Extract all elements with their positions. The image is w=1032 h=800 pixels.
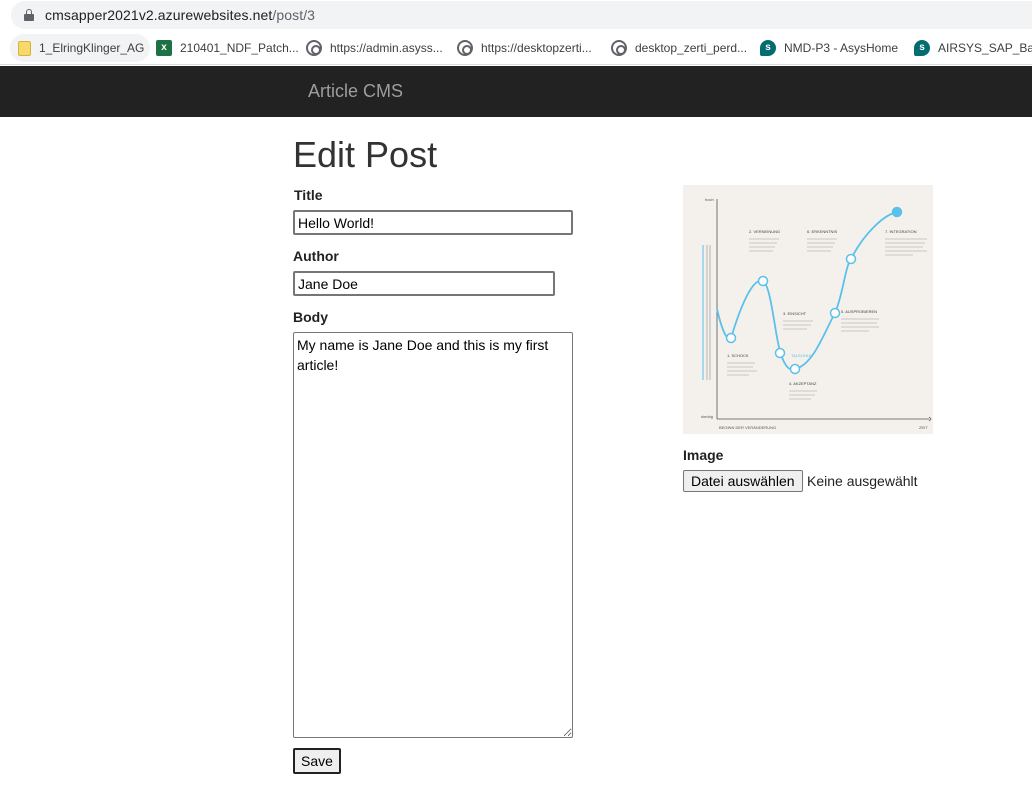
site-icon xyxy=(457,40,473,56)
lock-icon[interactable] xyxy=(24,9,34,21)
bookmark-item[interactable]: https://desktopzerti... xyxy=(449,34,598,62)
body-textarea[interactable]: My name is Jane Doe and this is my first… xyxy=(293,332,573,738)
excel-icon: x xyxy=(156,40,172,56)
site-icon xyxy=(611,40,627,56)
stage-5-label: 5. AUSPROBIEREN xyxy=(841,309,877,314)
save-button[interactable]: Save xyxy=(293,748,341,774)
sharepoint-icon: s xyxy=(914,40,930,56)
axis-bottom-label: niedrig xyxy=(701,414,713,419)
url-text[interactable]: cmsapper2021v2.azurewebsites.net/post/3 xyxy=(45,7,315,23)
bookmark-label: https://admin.asyss... xyxy=(330,41,443,55)
bookmarks-bar: 1_ElringKlinger_AG x 210401_NDF_Patch...… xyxy=(0,31,1032,65)
folder-icon xyxy=(18,40,31,56)
bookmark-label: AIRSYS_SAP_Basis xyxy=(938,41,1032,55)
page-title: Edit Post xyxy=(293,134,438,175)
author-label: Author xyxy=(293,248,339,264)
body-label: Body xyxy=(293,309,328,325)
stage-3-label: 3. EINSICHT xyxy=(783,311,807,316)
bookmark-item[interactable]: x 210401_NDF_Patch... xyxy=(148,34,305,62)
bookmark-item[interactable]: s AIRSYS_SAP_Basis xyxy=(906,34,1032,62)
bookmark-label: NMD-P3 - AsysHome xyxy=(784,41,899,55)
stage-1-label: 1. SCHOCK xyxy=(727,353,749,358)
image-label: Image xyxy=(683,447,724,463)
bookmark-label: 1_ElringKlinger_AG xyxy=(39,41,145,55)
navbar-brand-link[interactable]: Article CMS xyxy=(308,81,403,102)
bookmark-item[interactable]: https://admin.asyss... xyxy=(298,34,449,62)
bookmark-label: https://desktopzerti... xyxy=(481,41,592,55)
axis-x-start-label: BEGINN DER VERÄNDERUNG xyxy=(719,425,776,430)
url-host: cmsapper2021v2.azurewebsites.net xyxy=(45,7,273,23)
axis-top-label: hoch xyxy=(705,197,714,202)
title-input[interactable] xyxy=(293,210,573,235)
stage-6-label: 6. ERKENNTNIS xyxy=(807,229,838,234)
author-input[interactable] xyxy=(293,271,555,296)
choose-file-button[interactable]: Datei auswählen xyxy=(683,470,803,492)
bookmark-label: 210401_NDF_Patch... xyxy=(180,41,299,55)
change-curve-image: hoch niedrig BEGINN DER VERÄNDERUNG ZEIT… xyxy=(701,197,932,430)
site-icon xyxy=(306,40,322,56)
bookmark-label: desktop_zerti_perd... xyxy=(635,41,748,55)
site-navbar: Article CMS xyxy=(0,66,1032,117)
bookmark-item[interactable]: 1_ElringKlinger_AG xyxy=(10,34,151,62)
bookmark-item[interactable]: s NMD-P3 - AsysHome xyxy=(752,34,904,62)
stage-7-label: 7. INTEGRATION xyxy=(885,229,917,234)
post-image-preview: hoch niedrig BEGINN DER VERÄNDERUNG ZEIT… xyxy=(683,185,933,434)
stage-4-label: 4. AKZEPTANZ xyxy=(789,381,817,386)
url-path: /post/3 xyxy=(272,7,316,23)
sharepoint-icon: s xyxy=(760,40,776,56)
file-status-text: Keine ausgewählt xyxy=(807,473,918,489)
bookmark-item[interactable]: desktop_zerti_perd... xyxy=(603,34,753,62)
title-label: Title xyxy=(294,187,323,203)
browser-address-bar: cmsapper2021v2.azurewebsites.net/post/3 xyxy=(0,0,1032,31)
stage-2-label: 2. VERNEINUNG xyxy=(749,229,780,234)
axis-x-end-label: ZEIT xyxy=(919,425,928,430)
valley-label: TALSOHLE xyxy=(791,353,812,358)
